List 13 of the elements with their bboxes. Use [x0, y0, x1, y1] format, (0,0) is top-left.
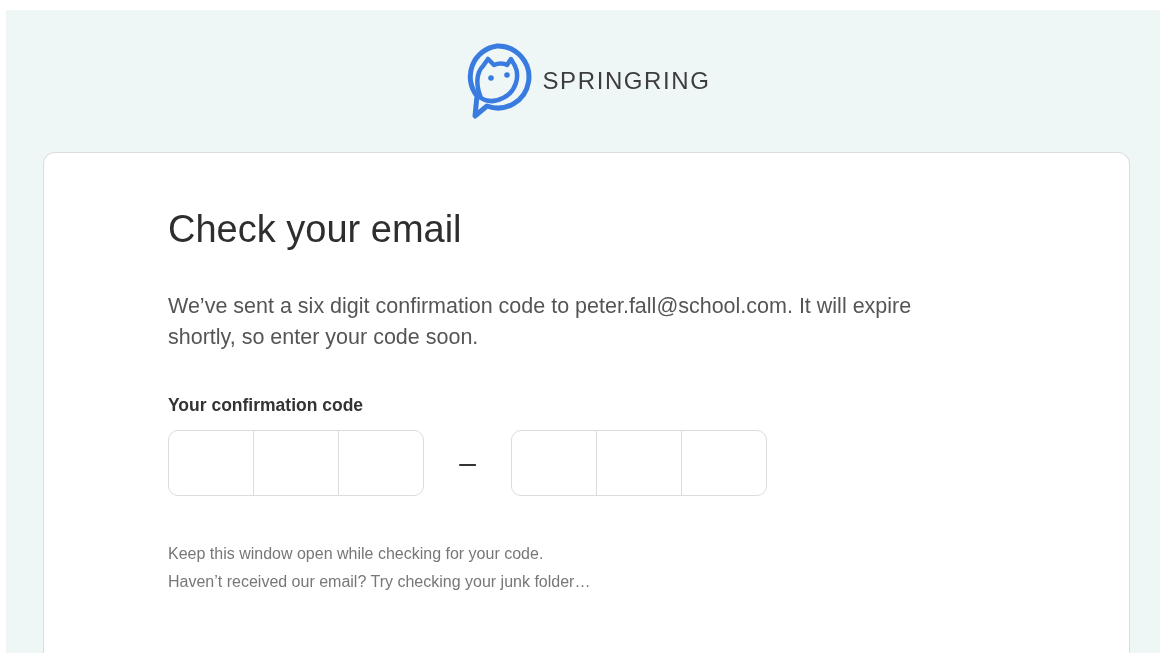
digit-input-field[interactable] — [253, 430, 339, 496]
hint-text: Keep this window open while checking for your code. — [168, 544, 545, 564]
logo-text: SPRINGRING — [542, 67, 711, 95]
digit-input-field[interactable] — [338, 430, 424, 496]
digit-input-field[interactable] — [681, 430, 767, 496]
hint-text: Haven’t received our email? Try checking your junk folder… — [168, 572, 592, 592]
message-text: We’ve sent a six digit confirmation code to peter.fall@school.com. It will expire shortly, so enter your code soon. — [168, 293, 913, 351]
field-label: Your confirmation code — [168, 395, 365, 416]
page-title: Check your email — [168, 207, 463, 252]
digit-input-field[interactable] — [511, 430, 597, 496]
digit-input-field[interactable] — [596, 430, 682, 496]
digit-input-field[interactable] — [168, 430, 254, 496]
dash-separator: – — [458, 446, 477, 480]
